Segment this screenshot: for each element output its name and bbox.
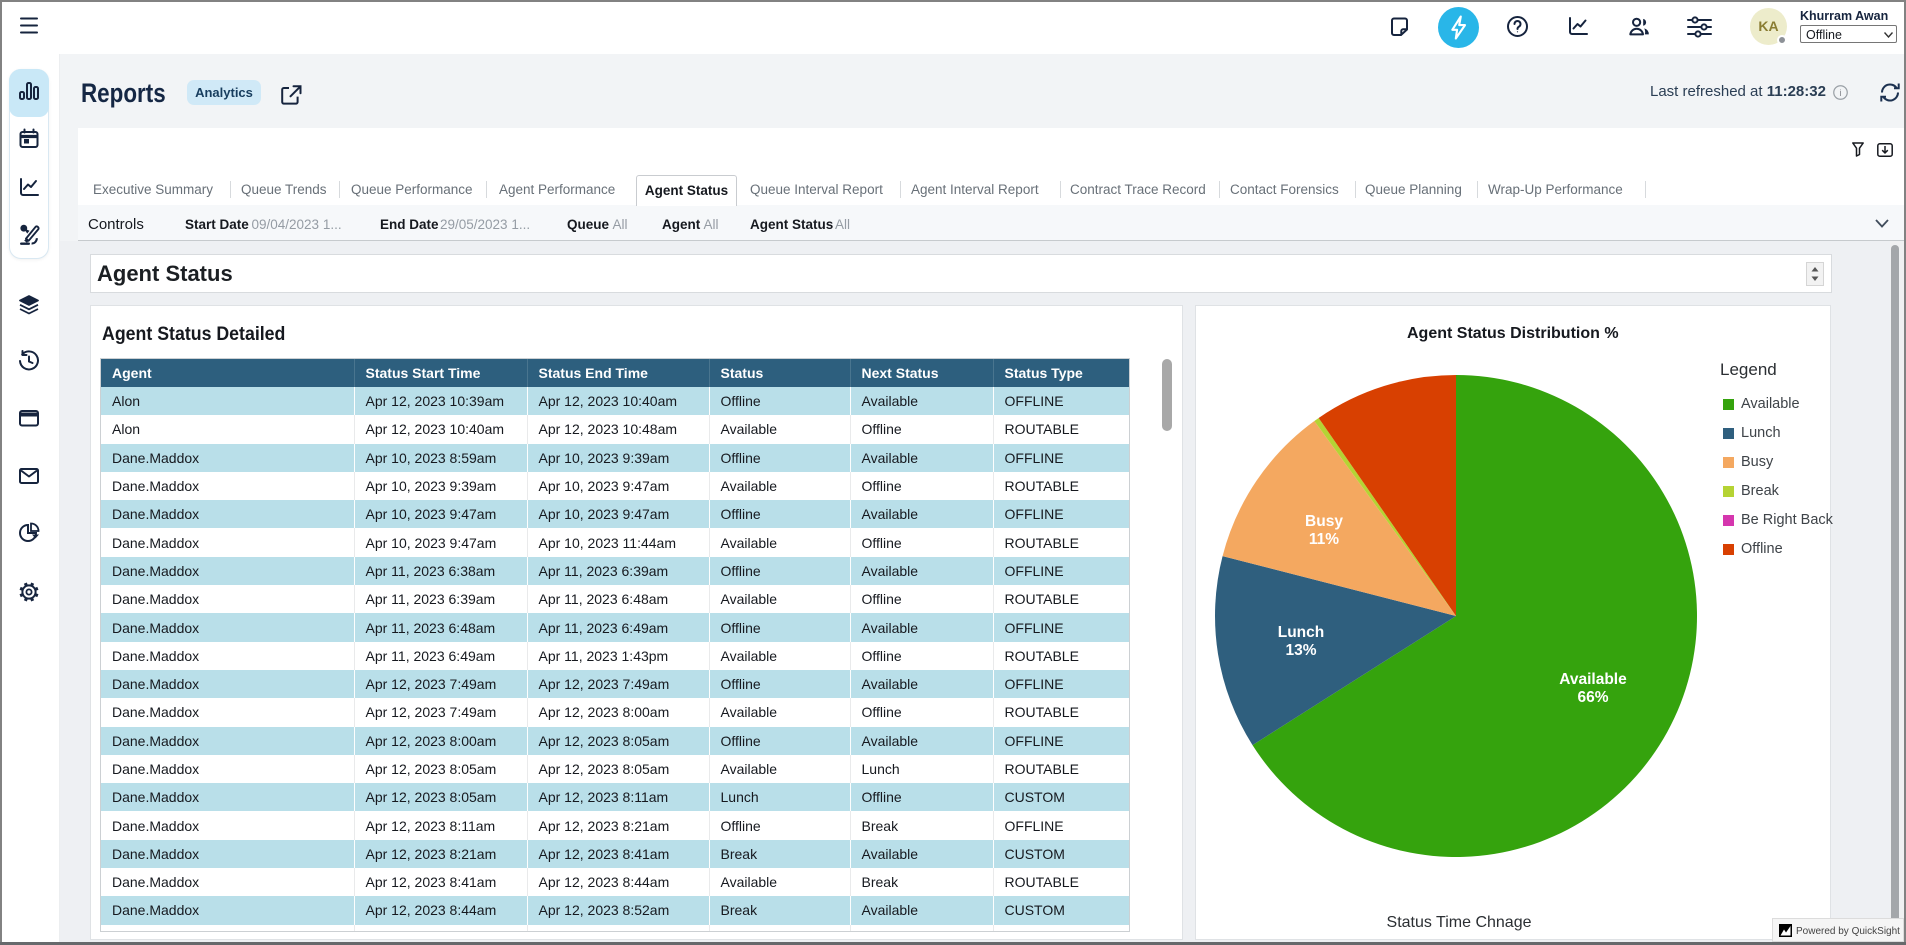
svg-text:Lunch: Lunch [1278, 624, 1325, 641]
svg-text:Available: Available [1559, 671, 1627, 688]
svg-text:Status Time Chnage: Status Time Chnage [1387, 914, 1532, 931]
svg-text:Busy: Busy [1305, 513, 1343, 530]
svg-text:11%: 11% [1309, 531, 1339, 548]
svg-text:66%: 66% [1577, 689, 1608, 706]
svg-text:i: i [1839, 88, 1841, 98]
svg-text:13%: 13% [1285, 642, 1316, 659]
